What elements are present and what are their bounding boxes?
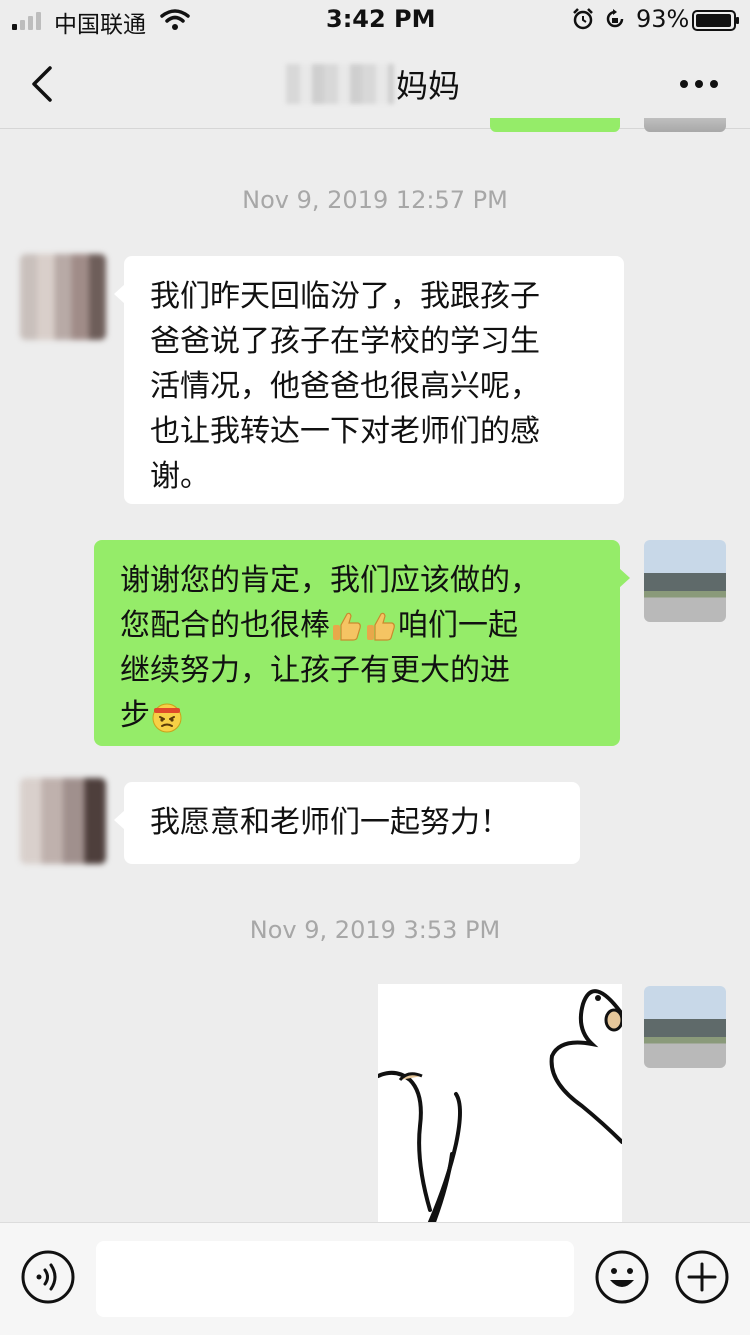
message-text: 咱们一起 bbox=[398, 608, 518, 643]
duck-sticker-icon[interactable] bbox=[378, 984, 622, 1222]
incoming-message-bubble[interactable]: 我们昨天回临汾了，我跟孩子 爸爸说了孩子在学校的学习生 活情况，他爸爸也很高兴呢… bbox=[114, 256, 624, 504]
incoming-message-bubble[interactable]: 我愿意和老师们一起努力！ bbox=[114, 782, 580, 864]
timestamp: Nov 9, 2019 3:53 PM bbox=[249, 916, 501, 944]
chat-header: 妈妈 bbox=[0, 40, 750, 129]
back-button[interactable] bbox=[22, 60, 62, 108]
message-line: 我愿意和老师们一起努力！ bbox=[150, 805, 510, 840]
emoji-icon[interactable] bbox=[594, 1249, 650, 1305]
message-line: 谢。 bbox=[150, 459, 210, 494]
message-line: 您配合的也很棒 咱们一起 bbox=[120, 603, 594, 648]
thumbs-up-emoji-icon bbox=[333, 612, 361, 641]
message-line: 也让我转达一下对老师们的感 bbox=[150, 414, 540, 449]
alarm-icon bbox=[573, 8, 593, 30]
timestamp: Nov 9, 2019 12:57 PM bbox=[242, 186, 508, 214]
status-bar: 中国联通 3:42 PM 93% bbox=[0, 0, 750, 40]
message-line: 活情况，他爸爸也很高兴呢， bbox=[150, 369, 540, 404]
chevron-left-icon bbox=[32, 66, 52, 102]
message-line: 我们昨天回临汾了，我跟孩子 bbox=[150, 279, 540, 314]
plus-icon[interactable] bbox=[674, 1249, 730, 1305]
more-button[interactable] bbox=[674, 64, 724, 104]
message-text: 步 bbox=[120, 698, 150, 733]
previous-avatar bbox=[644, 118, 726, 132]
my-avatar[interactable] bbox=[644, 986, 726, 1068]
message-input[interactable] bbox=[96, 1241, 574, 1317]
outgoing-message-bubble[interactable]: 谢谢您的肯定，我们应该做的， 您配合的也很棒 咱们一起 继续努力，让孩子有更大的… bbox=[94, 540, 630, 746]
rotation-lock-icon bbox=[606, 9, 624, 28]
wifi-icon bbox=[160, 9, 190, 30]
chat-title-text: 妈妈 bbox=[396, 67, 461, 105]
determined-face-emoji-icon bbox=[152, 703, 182, 732]
previous-outgoing-bubble bbox=[490, 118, 620, 132]
voice-icon[interactable] bbox=[20, 1249, 76, 1305]
contact-avatar[interactable] bbox=[20, 778, 106, 864]
battery-percent: 93% bbox=[636, 5, 690, 33]
message-line: 继续努力，让孩子有更大的进 bbox=[120, 653, 510, 688]
signal-icon bbox=[12, 12, 41, 30]
message-line: 谢谢您的肯定，我们应该做的， bbox=[120, 563, 540, 598]
message-text: 您配合的也很棒 bbox=[120, 608, 330, 643]
thumbs-up-emoji-icon bbox=[367, 612, 395, 641]
message-line: 爸爸说了孩子在学校的学习生 bbox=[150, 324, 540, 359]
message-line: 步 bbox=[120, 693, 594, 738]
redacted-name bbox=[286, 64, 394, 104]
battery-icon bbox=[692, 10, 739, 31]
input-bar bbox=[0, 1222, 750, 1335]
status-time: 3:42 PM bbox=[326, 5, 436, 33]
carrier-label: 中国联通 bbox=[54, 12, 146, 38]
contact-avatar[interactable] bbox=[20, 254, 106, 340]
chat-title: 妈妈 bbox=[286, 62, 476, 106]
my-avatar[interactable] bbox=[644, 540, 726, 622]
more-dots-icon bbox=[680, 80, 718, 88]
